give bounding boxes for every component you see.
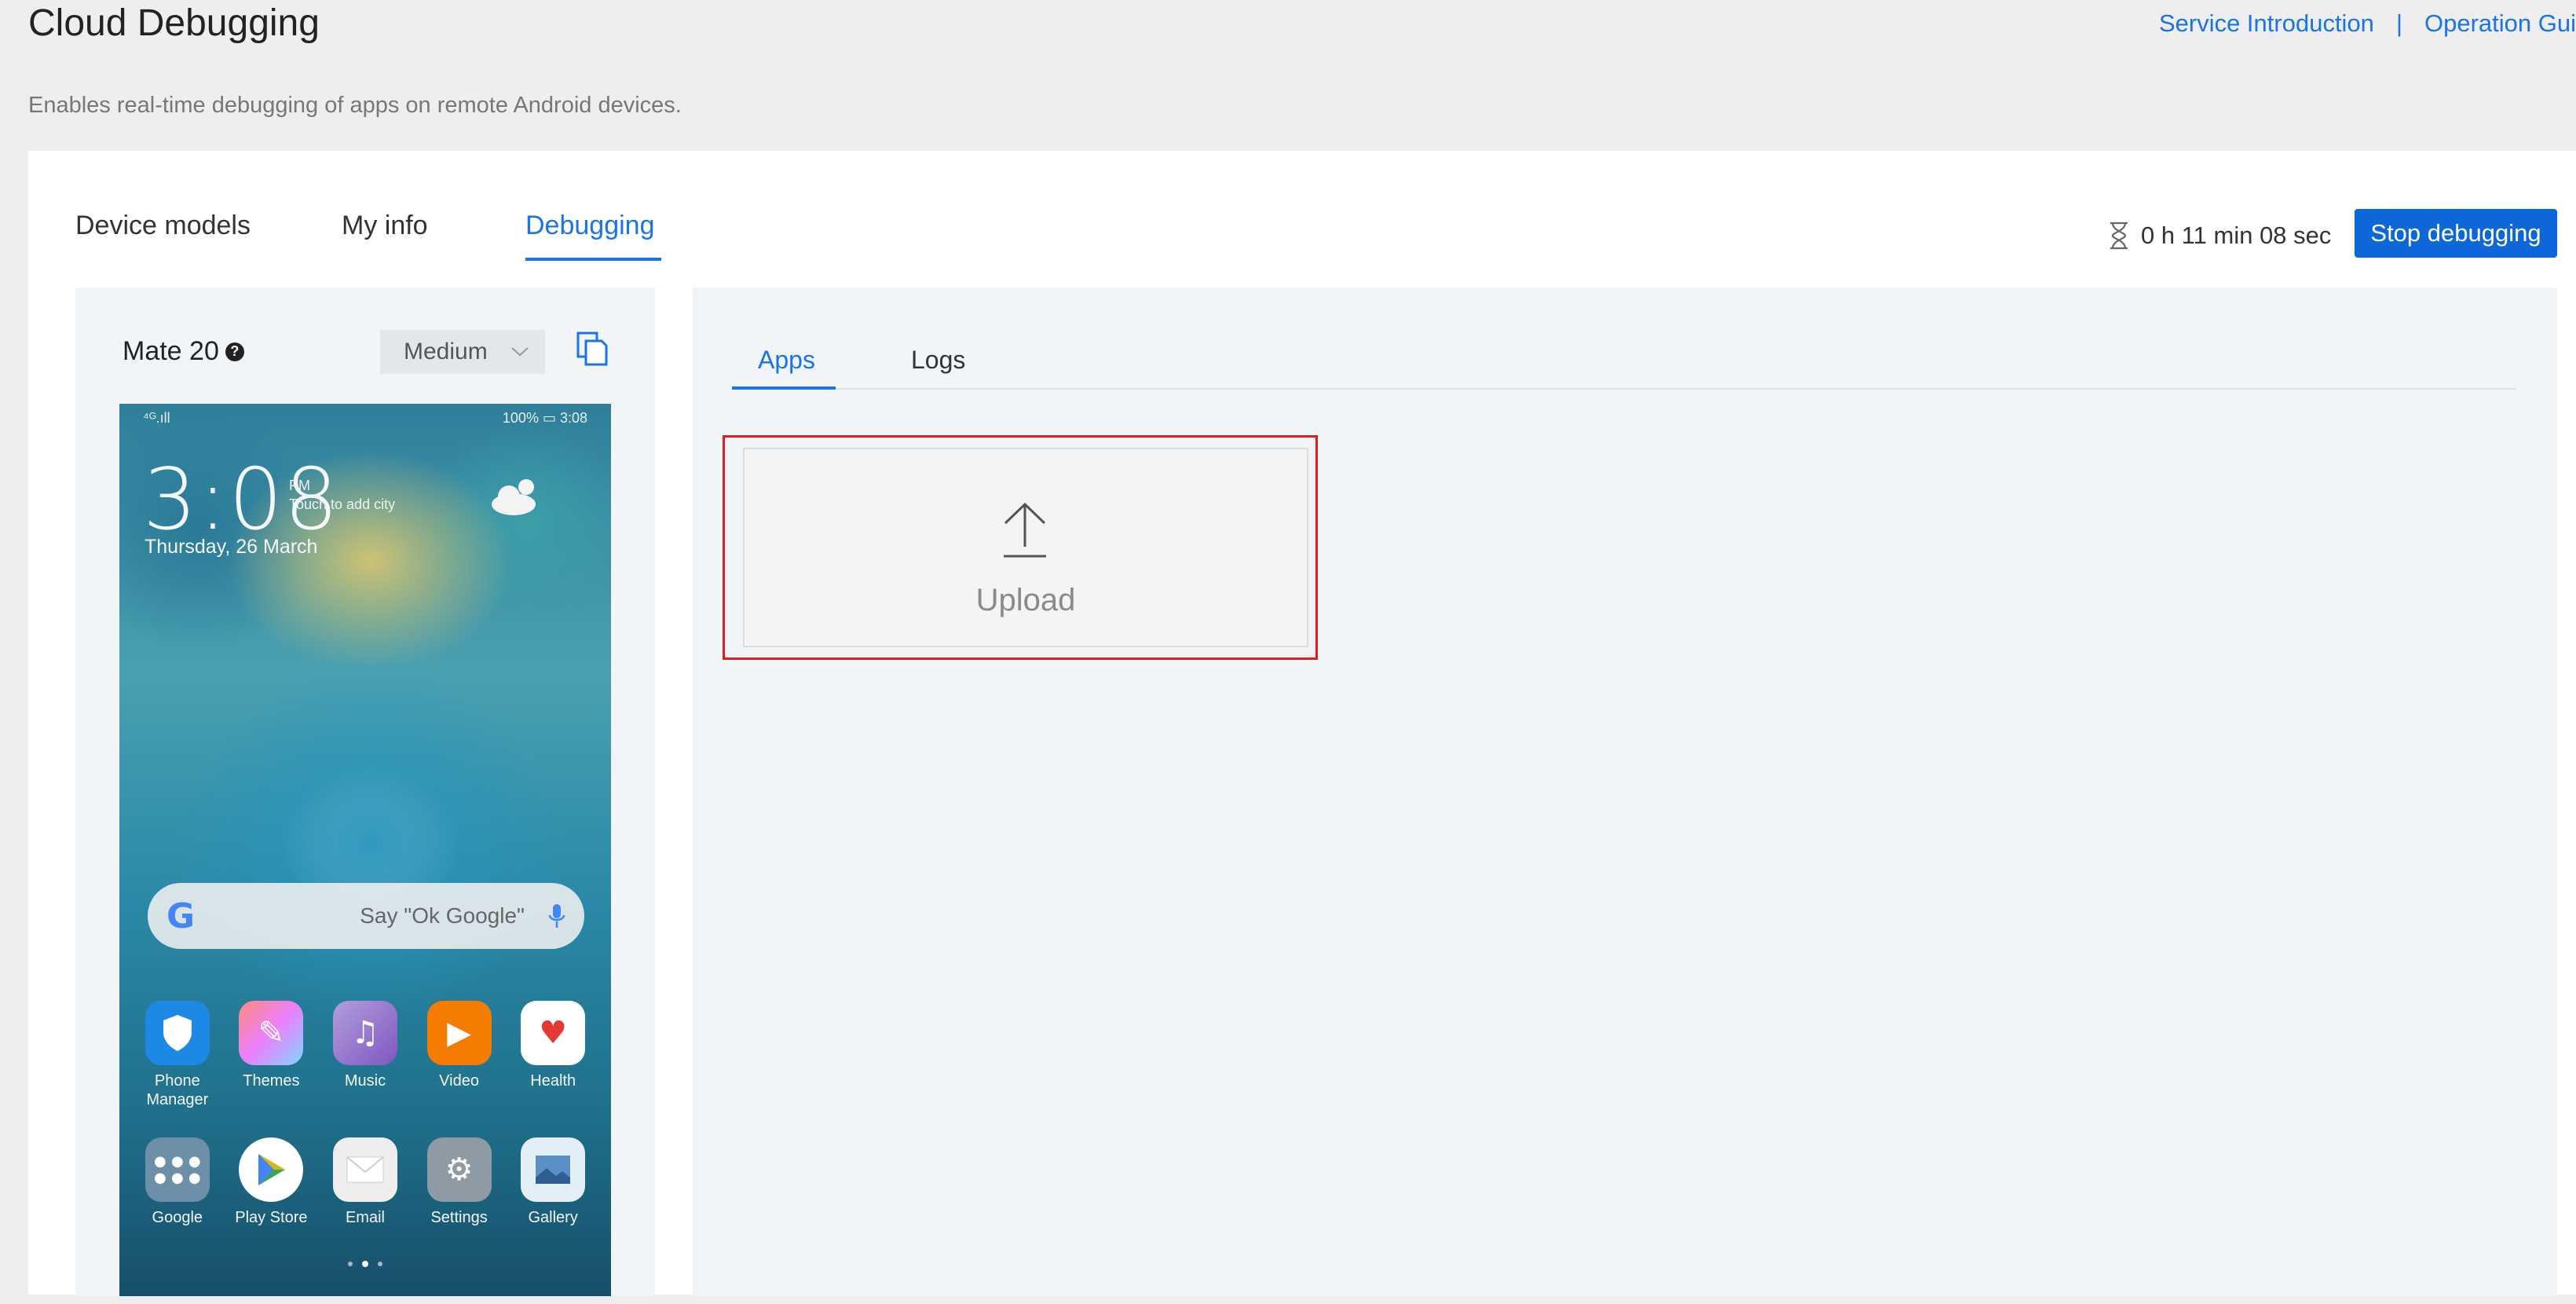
page-dot bbox=[348, 1262, 353, 1266]
health-heart-icon: ♥ bbox=[521, 1001, 586, 1065]
phone-status-bar: ⁴ᴳ.ıll 100% ▭ 3:08 bbox=[143, 410, 587, 427]
email-icon bbox=[332, 1137, 397, 1202]
settings-gear-icon: ⚙ bbox=[426, 1137, 492, 1202]
weather-cloud-icon[interactable] bbox=[488, 474, 543, 518]
app-label: Gallery bbox=[528, 1209, 578, 1226]
tab-apps[interactable]: Apps bbox=[758, 346, 815, 375]
weather-hint: Touch to add city bbox=[289, 496, 396, 512]
active-tab-indicator bbox=[525, 258, 661, 261]
question-circle-icon[interactable]: ? bbox=[225, 342, 244, 361]
app-label: Music bbox=[344, 1072, 386, 1090]
device-screen[interactable]: ⁴ᴳ.ıll 100% ▭ 3:08 3:08 PM Touch to add … bbox=[119, 404, 611, 1296]
tab-debugging[interactable]: Debugging bbox=[525, 211, 654, 241]
app-label: Email bbox=[345, 1209, 385, 1226]
gallery-icon bbox=[521, 1137, 586, 1202]
header-links: Service Introduction | Operation Gui bbox=[2159, 9, 2576, 38]
app-label: Themes bbox=[243, 1072, 300, 1090]
google-folder-icon: ● ● ● ● ● ● bbox=[145, 1137, 210, 1202]
video-icon: ▶ bbox=[426, 1001, 492, 1065]
lock-date: Thursday, 26 March bbox=[145, 536, 318, 558]
chevron-down-icon bbox=[511, 347, 529, 357]
app-play-store[interactable]: Play Store bbox=[229, 1137, 313, 1227]
play-store-icon bbox=[239, 1137, 304, 1202]
app-label: Video bbox=[439, 1072, 479, 1090]
app-label: Google bbox=[152, 1209, 203, 1226]
app-themes[interactable]: ✎ Themes bbox=[229, 1001, 313, 1109]
copy-icon[interactable] bbox=[573, 330, 611, 368]
microphone-icon[interactable] bbox=[548, 903, 565, 929]
link-separator: | bbox=[2395, 9, 2402, 37]
google-search-placeholder: Say "Ok Google" bbox=[360, 903, 525, 928]
app-settings[interactable]: ⚙ Settings bbox=[417, 1137, 502, 1227]
app-email[interactable]: Email bbox=[323, 1137, 408, 1227]
app-phone-manager[interactable]: Phone Manager bbox=[135, 1001, 220, 1109]
hourglass-icon bbox=[2110, 222, 2128, 250]
app-gallery[interactable]: Gallery bbox=[510, 1137, 595, 1227]
google-logo-icon: G bbox=[166, 896, 196, 936]
google-search-bar[interactable]: G Say "Ok Google" bbox=[148, 883, 584, 949]
app-video[interactable]: ▶ Video bbox=[417, 1001, 502, 1109]
tab-my-info[interactable]: My info bbox=[342, 211, 428, 241]
quality-select[interactable]: Medium bbox=[380, 330, 545, 374]
app-google-folder[interactable]: ● ● ● ● ● ● Google bbox=[135, 1137, 220, 1227]
session-timer: 0 h 11 min 08 sec bbox=[2108, 222, 2331, 250]
page-title: Cloud Debugging bbox=[28, 2, 320, 44]
clock-meta: PM Touch to add city bbox=[289, 476, 395, 514]
phone-manager-icon bbox=[145, 1001, 210, 1065]
app-label: Settings bbox=[430, 1209, 488, 1226]
page-subtitle: Enables real-time debugging of apps on r… bbox=[28, 93, 682, 118]
device-name: Mate 20 bbox=[123, 336, 219, 366]
timer-text: 0 h 11 min 08 sec bbox=[2141, 222, 2332, 249]
tab-device-models[interactable]: Device models bbox=[75, 211, 251, 241]
upload-label: Upload bbox=[975, 583, 1076, 617]
upload-arrow-icon bbox=[1004, 502, 1046, 558]
page-dot bbox=[378, 1262, 382, 1266]
page-indicator bbox=[119, 1261, 611, 1267]
music-icon: ♫ bbox=[332, 1001, 397, 1065]
app-music[interactable]: ♫ Music bbox=[323, 1001, 408, 1109]
app-row-2: ● ● ● ● ● ● Google Play Store Email ⚙ Set… bbox=[119, 1137, 611, 1227]
clock-ampm: PM bbox=[289, 478, 310, 493]
stop-debugging-button[interactable]: Stop debugging bbox=[2355, 209, 2557, 258]
subtab-divider bbox=[732, 388, 2516, 390]
signal-indicator: ⁴ᴳ.ıll bbox=[143, 410, 170, 426]
device-title: Mate 20 ? bbox=[123, 336, 244, 367]
app-label: Play Store bbox=[235, 1209, 308, 1226]
app-label: Health bbox=[530, 1072, 576, 1090]
operation-guide-link[interactable]: Operation Gui bbox=[2424, 9, 2576, 37]
app-health[interactable]: ♥ Health bbox=[510, 1001, 595, 1109]
tab-logs[interactable]: Logs bbox=[911, 346, 965, 375]
page-dot-active bbox=[362, 1261, 368, 1267]
themes-icon: ✎ bbox=[239, 1001, 304, 1065]
app-row-1: Phone Manager ✎ Themes ♫ Music ▶ Video ♥… bbox=[119, 1001, 611, 1109]
app-label: Phone Manager bbox=[146, 1072, 209, 1108]
service-introduction-link[interactable]: Service Introduction bbox=[2159, 9, 2374, 37]
quality-value: Medium bbox=[404, 339, 488, 364]
battery-time: 100% ▭ 3:08 bbox=[502, 410, 587, 426]
active-subtab-indicator bbox=[732, 386, 836, 390]
